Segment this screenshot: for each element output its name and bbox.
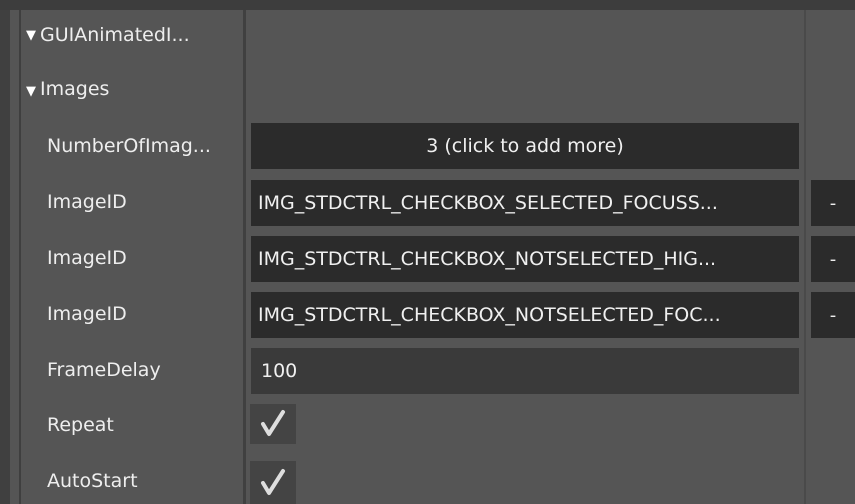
repeat-checkbox[interactable] bbox=[250, 404, 296, 444]
autostart-label: AutoStart bbox=[47, 470, 138, 492]
column-separator[interactable] bbox=[243, 10, 246, 504]
image-id-field[interactable]: IMG_STDCTRL_CHECKBOX_NOTSELECTED_HIG... bbox=[251, 236, 799, 282]
frame-delay-input[interactable]: 100 bbox=[251, 348, 799, 394]
frame-delay-label: FrameDelay bbox=[47, 359, 161, 381]
autostart-checkbox[interactable] bbox=[250, 461, 296, 504]
tree-group-label: GUIAnimatedI... bbox=[40, 24, 190, 46]
image-id-label: ImageID bbox=[47, 247, 127, 269]
triangle-down-icon[interactable]: ▼ bbox=[26, 29, 36, 42]
image-id-label: ImageID bbox=[47, 191, 127, 213]
checkmark-icon bbox=[261, 468, 285, 495]
add-images-button[interactable]: 3 (click to add more) bbox=[251, 123, 799, 169]
image-id-label: ImageID bbox=[47, 303, 127, 325]
tree-gutter-line bbox=[19, 10, 21, 504]
image-id-field[interactable]: IMG_STDCTRL_CHECKBOX_SELECTED_FOCUSS... bbox=[251, 180, 799, 226]
remove-image-button[interactable]: - bbox=[811, 236, 855, 282]
remove-image-button[interactable]: - bbox=[811, 292, 855, 338]
repeat-label: Repeat bbox=[47, 414, 114, 436]
panel-left-border bbox=[0, 10, 10, 504]
checkmark-icon bbox=[261, 410, 285, 436]
remove-image-button[interactable]: - bbox=[811, 180, 855, 226]
triangle-down-icon[interactable]: ▼ bbox=[26, 85, 36, 98]
number-of-images-label: NumberOfImag... bbox=[47, 135, 211, 157]
property-panel: ▼ GUIAnimatedI... ▼ Images NumberOfImag.… bbox=[0, 0, 855, 504]
panel-top-border bbox=[0, 0, 855, 10]
tree-group-label: Images bbox=[40, 78, 110, 100]
image-id-field[interactable]: IMG_STDCTRL_CHECKBOX_NOTSELECTED_FOC... bbox=[251, 292, 799, 338]
column-separator-right bbox=[804, 10, 806, 504]
